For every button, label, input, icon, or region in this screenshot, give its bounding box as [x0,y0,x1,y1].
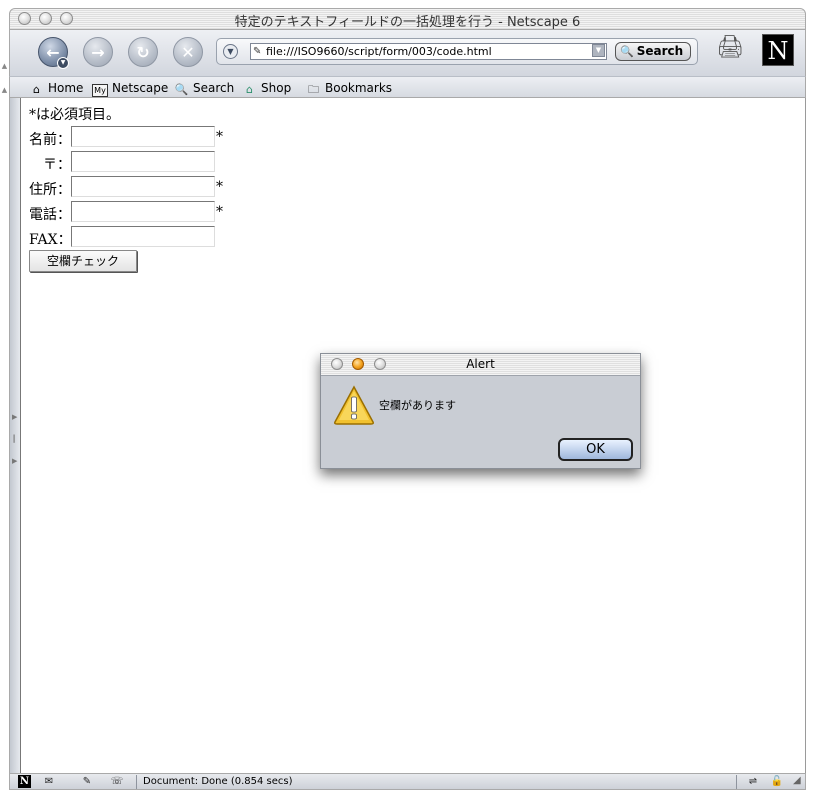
my-netscape-icon: My [92,84,108,97]
reload-button[interactable]: ↻ [128,37,158,67]
navigation-toolbar: ← ▼ → ↻ ✕ ▼ ✎ file:///ISO9660/script/for… [9,30,806,76]
forward-arrow-icon: → [91,42,105,62]
shop-icon: ⌂ [246,83,253,96]
back-button[interactable]: ← ▼ [38,37,69,69]
url-text: file:///ISO9660/script/form/003/code.htm… [266,45,492,58]
toolbar-item-home[interactable]: ⌂ Home [29,80,83,96]
status-bar: N ✉ ✎ ☏ Document: Done (0.854 secs) ⇌ 🔓 [9,773,806,790]
toolbar-item-bookmarks[interactable]: 🗀 Bookmarks [306,80,392,96]
resize-grip-icon[interactable]: ◢ [793,775,805,788]
security-lock-icon[interactable]: 🔓 [770,775,784,788]
url-dropdown-icon[interactable]: ▼ [592,44,605,57]
field-label: FAX： [29,232,72,248]
status-divider [136,775,137,789]
composer-icon[interactable]: ✎ [78,775,96,788]
url-history-icon[interactable]: ▼ [223,44,238,59]
forward-button[interactable]: → [83,37,113,67]
sidebar-grip-icon[interactable]: ▶ ┃ ▶ [12,406,17,472]
field-label: 住所： [29,182,71,198]
reload-icon: ↻ [136,42,150,62]
nav-toolbar-grip-icon[interactable]: ▲ [0,62,9,70]
field-label: 〒： [43,157,71,173]
required-mark: * [216,179,223,195]
netscape-status-icon[interactable]: N [18,775,31,788]
phone-input[interactable] [71,201,215,222]
search-button-label: Search [636,44,684,58]
stop-button[interactable]: ✕ [173,37,203,67]
field-label: 電話： [29,207,71,223]
magnifier-icon: 🔍 [620,45,634,58]
sidebar-strip[interactable]: ▶ ┃ ▶ [9,98,20,773]
toolbar-item-netscape[interactable]: My Netscape [92,80,168,97]
online-connection-icon[interactable]: ⇌ [741,775,765,788]
required-mark: * [216,129,223,145]
fax-input[interactable] [71,226,215,247]
postal-code-input[interactable] [71,151,215,172]
page-proxy-icon: ✎ [253,46,262,57]
personal-toolbar: ⌂ Home My Netscape 🔍 Search ⌂ Shop 🗀 Bookmark… [9,76,806,98]
name-input[interactable] [71,126,215,147]
magnifier-icon: 🔍 [174,83,189,96]
house-icon: ⌂ [33,83,40,96]
warning-icon [334,385,374,425]
status-text: Document: Done (0.854 secs) [143,776,293,787]
mail-icon[interactable]: ✉ [40,775,58,788]
back-history-dropdown-icon[interactable]: ▼ [57,57,69,69]
field-label: 名前： [29,132,71,148]
url-bar: ▼ ✎ file:///ISO9660/script/form/003/code… [216,38,698,65]
blank-check-button[interactable]: 空欄チェック [29,250,137,272]
search-button[interactable]: 🔍 Search [615,42,691,61]
ok-button[interactable]: OK [558,438,633,461]
required-mark: * [216,204,223,220]
alert-message: 空欄があります [379,399,456,412]
print-icon[interactable]: 🖨 [713,34,747,62]
url-input[interactable]: ✎ file:///ISO9660/script/form/003/code.h… [250,43,607,60]
toolbar-item-shop[interactable]: ⌂ Shop [242,80,291,96]
status-divider [736,775,737,789]
window-title: 特定のテキストフィールドの一括処理を行う - Netscape 6 [234,15,581,30]
window-titlebar[interactable]: 特定のテキストフィールドの一括処理を行う - Netscape 6 [9,8,806,30]
alert-dialog: Alert 空欄があります OK [320,353,641,469]
toolbar-item-search[interactable]: 🔍 Search [174,80,235,96]
required-note: *は必須項目。 [29,107,120,123]
address-input[interactable] [71,176,215,197]
stop-icon: ✕ [181,42,195,62]
netscape-logo[interactable]: N [762,34,794,66]
alert-title: Alert [466,357,495,371]
address-book-icon[interactable]: ☏ [108,775,126,788]
folder-icon: 🗀 [308,83,319,96]
alert-titlebar[interactable]: Alert [321,354,640,376]
personal-toolbar-grip-icon[interactable]: ▲ [0,86,9,94]
